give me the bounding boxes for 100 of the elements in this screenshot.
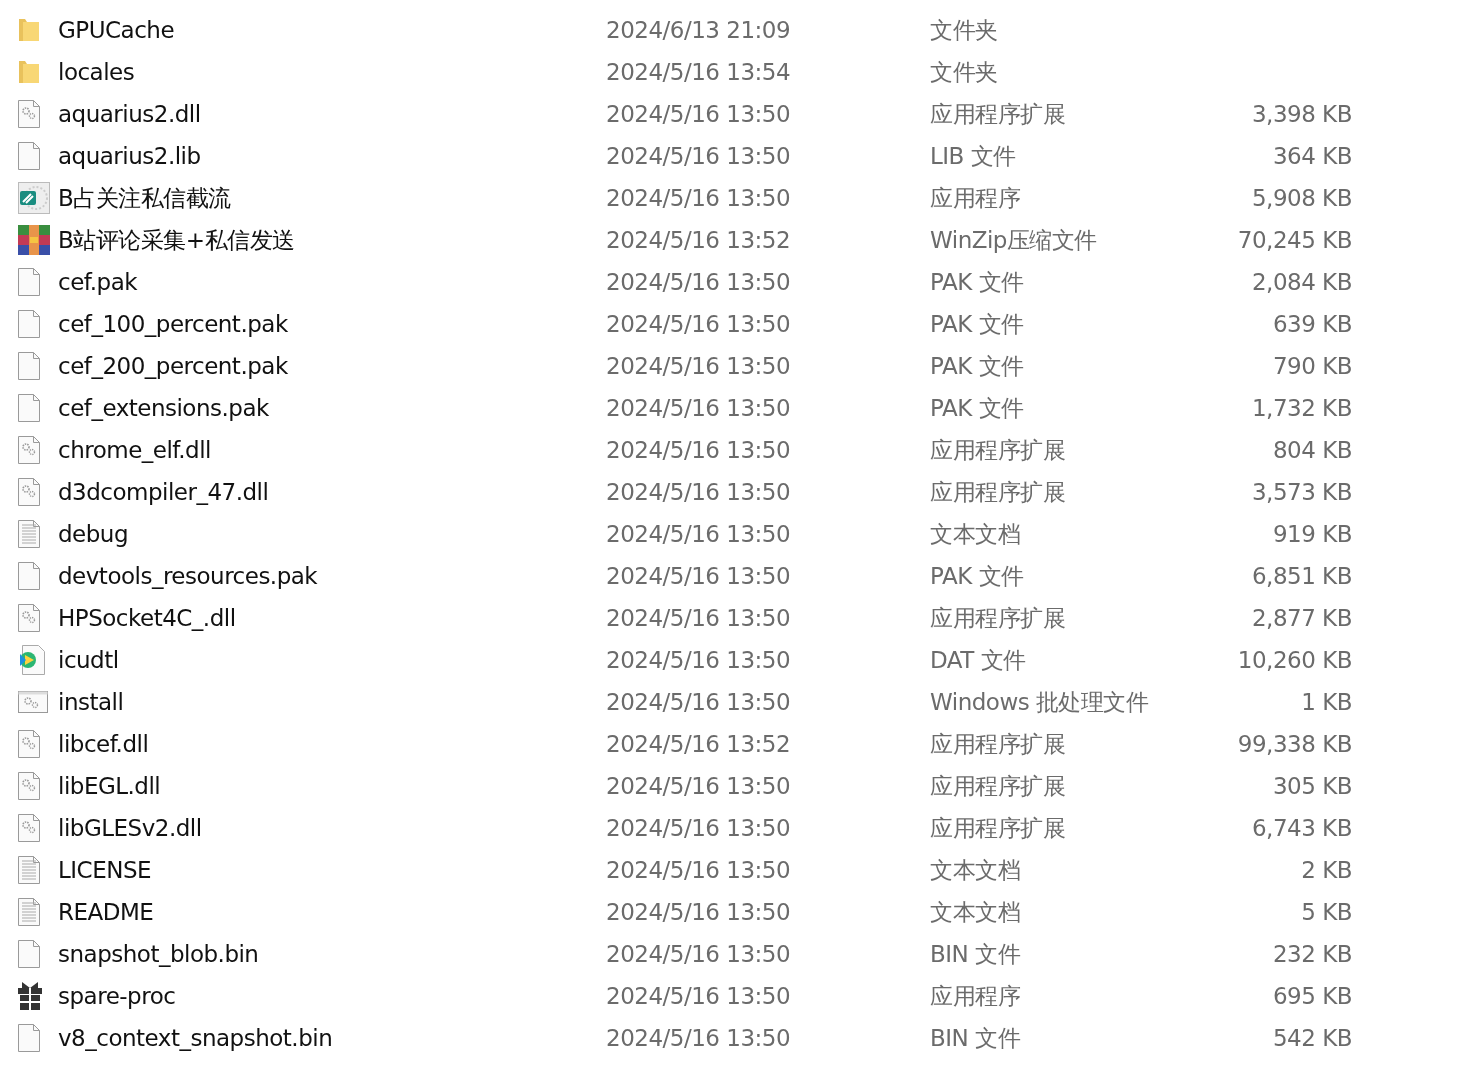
file-type: 文件夹 bbox=[930, 57, 999, 87]
file-type: 应用程序扩展 bbox=[930, 729, 1066, 759]
file-type: PAK 文件 bbox=[930, 393, 1025, 423]
file-size: 2,877 KB bbox=[1250, 605, 1352, 631]
file-size: 99,338 KB bbox=[1236, 731, 1352, 757]
file-name[interactable]: v8_context_snapshot.bin bbox=[58, 1025, 606, 1051]
file-name[interactable]: LICENSE bbox=[58, 857, 606, 883]
file-name[interactable]: snapshot_blob.bin bbox=[58, 941, 606, 967]
file-type: PAK 文件 bbox=[930, 351, 1025, 381]
modified-date: 2024/5/16 13:52 bbox=[606, 731, 792, 757]
gear-document-icon bbox=[18, 436, 40, 464]
modified-date: 2024/5/16 13:50 bbox=[606, 605, 792, 631]
modified-date: 2024/5/16 13:50 bbox=[606, 101, 792, 127]
text-document-icon bbox=[18, 898, 40, 926]
file-name[interactable]: aquarius2.dll bbox=[58, 101, 606, 127]
file-name[interactable]: spare-proc bbox=[58, 983, 606, 1009]
file-type: 应用程序 bbox=[930, 183, 1021, 213]
file-type: 应用程序扩展 bbox=[930, 771, 1066, 801]
modified-date: 2024/5/16 13:50 bbox=[606, 647, 792, 673]
modified-date: 2024/5/16 13:50 bbox=[606, 521, 792, 547]
modified-date: 2024/5/16 13:50 bbox=[606, 269, 792, 295]
file-size: 10,260 KB bbox=[1236, 647, 1352, 673]
modified-date: 2024/5/16 13:50 bbox=[606, 353, 792, 379]
document-icon bbox=[18, 940, 40, 968]
file-name[interactable]: d3dcompiler_47.dll bbox=[58, 479, 606, 505]
file-name[interactable]: GPUCache bbox=[58, 17, 606, 43]
file-name[interactable]: cef_100_percent.pak bbox=[58, 311, 606, 337]
file-size: 695 KB bbox=[1271, 983, 1352, 1009]
modified-date: 2024/5/16 13:50 bbox=[606, 1025, 792, 1051]
file-type: LIB 文件 bbox=[930, 141, 1017, 171]
file-name[interactable]: debug bbox=[58, 521, 606, 547]
file-name[interactable]: HPSocket4C_.dll bbox=[58, 605, 606, 631]
modified-date: 2024/5/16 13:50 bbox=[606, 311, 792, 337]
gear-window-icon bbox=[18, 691, 48, 713]
file-name[interactable]: locales bbox=[58, 59, 606, 85]
text-document-icon bbox=[18, 520, 40, 548]
file-type: 文本文档 bbox=[930, 519, 1021, 549]
file-name[interactable]: cef_extensions.pak bbox=[58, 395, 606, 421]
text-document-icon bbox=[18, 856, 40, 884]
file-size: 6,851 KB bbox=[1250, 563, 1352, 589]
file-type: 应用程序 bbox=[930, 981, 1021, 1011]
file-name[interactable]: B占关注私信截流 bbox=[58, 182, 606, 214]
file-size: 5,908 KB bbox=[1250, 185, 1352, 211]
file-size: 5 KB bbox=[1300, 899, 1352, 925]
modified-date: 2024/5/16 13:50 bbox=[606, 941, 792, 967]
file-type: 应用程序扩展 bbox=[930, 99, 1066, 129]
file-name[interactable]: cef_200_percent.pak bbox=[58, 353, 606, 379]
file-name[interactable]: aquarius2.lib bbox=[58, 143, 606, 169]
file-type: 应用程序扩展 bbox=[930, 435, 1066, 465]
file-size: 6,743 KB bbox=[1250, 815, 1352, 841]
file-size: 364 KB bbox=[1271, 143, 1352, 169]
file-type: 文本文档 bbox=[930, 855, 1021, 885]
file-name[interactable]: icudtl bbox=[58, 647, 606, 673]
modified-date: 2024/5/16 13:54 bbox=[606, 59, 792, 85]
archive-icon bbox=[18, 225, 50, 255]
file-name[interactable]: devtools_resources.pak bbox=[58, 563, 606, 589]
file-type: 应用程序扩展 bbox=[930, 477, 1066, 507]
file-name[interactable]: libcef.dll bbox=[58, 731, 606, 757]
gift-icon bbox=[18, 982, 42, 1010]
file-size: 232 KB bbox=[1271, 941, 1352, 967]
gear-document-icon bbox=[18, 478, 40, 506]
file-type: PAK 文件 bbox=[930, 561, 1025, 591]
file-name[interactable]: cef.pak bbox=[58, 269, 606, 295]
file-name[interactable]: B站评论采集+私信发送 bbox=[58, 224, 606, 256]
file-name[interactable]: chrome_elf.dll bbox=[58, 437, 606, 463]
modified-date: 2024/5/16 13:50 bbox=[606, 185, 792, 211]
document-icon bbox=[18, 394, 40, 422]
file-name[interactable]: libEGL.dll bbox=[58, 773, 606, 799]
file-type: 文本文档 bbox=[930, 897, 1021, 927]
document-icon bbox=[18, 352, 40, 380]
modified-date: 2024/5/16 13:50 bbox=[606, 437, 792, 463]
modified-date: 2024/5/16 13:50 bbox=[606, 143, 792, 169]
file-type: 文件夹 bbox=[930, 15, 999, 45]
file-name[interactable]: install bbox=[58, 689, 606, 715]
gear-document-icon bbox=[18, 730, 40, 758]
gear-document-icon bbox=[18, 100, 40, 128]
file-size: 2 KB bbox=[1300, 857, 1352, 883]
file-type: BIN 文件 bbox=[930, 939, 1022, 969]
file-type: BIN 文件 bbox=[930, 1023, 1022, 1053]
file-size: 1,732 KB bbox=[1250, 395, 1352, 421]
document-icon bbox=[18, 310, 40, 338]
modified-date: 2024/5/16 13:52 bbox=[606, 227, 792, 253]
document-icon bbox=[18, 1024, 40, 1052]
file-size: 1 KB bbox=[1300, 689, 1352, 715]
gear-document-icon bbox=[18, 814, 40, 842]
modified-date: 2024/5/16 13:50 bbox=[606, 689, 792, 715]
modified-date: 2024/5/16 13:50 bbox=[606, 479, 792, 505]
file-size: 305 KB bbox=[1271, 773, 1352, 799]
file-type: DAT 文件 bbox=[930, 645, 1027, 675]
file-name[interactable]: libGLESv2.dll bbox=[58, 815, 606, 841]
modified-date: 2024/5/16 13:50 bbox=[606, 899, 792, 925]
folder-icon bbox=[18, 59, 40, 85]
file-size: 542 KB bbox=[1271, 1025, 1352, 1051]
file-size: 919 KB bbox=[1271, 521, 1352, 547]
modified-date: 2024/6/13 21:09 bbox=[606, 17, 792, 43]
file-size: 2,084 KB bbox=[1250, 269, 1352, 295]
file-name[interactable]: README bbox=[58, 899, 606, 925]
document-icon bbox=[18, 268, 40, 296]
file-size: 639 KB bbox=[1271, 311, 1352, 337]
file-type: PAK 文件 bbox=[930, 267, 1025, 297]
